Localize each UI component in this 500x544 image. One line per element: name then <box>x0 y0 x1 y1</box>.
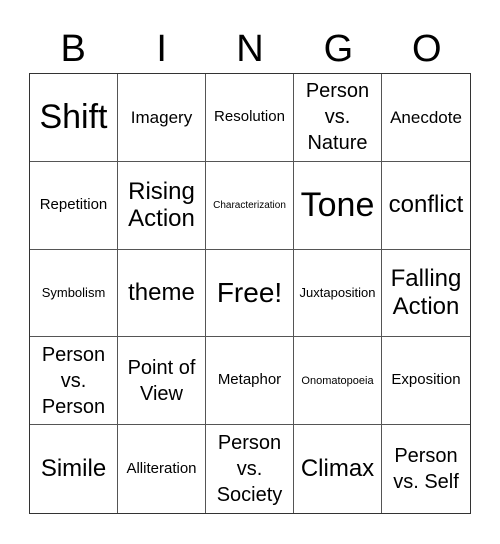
header-letter-b: B <box>60 28 86 70</box>
bingo-cell[interactable]: Rising Action <box>118 161 206 250</box>
bingo-cell[interactable]: Falling Action <box>382 250 470 338</box>
bingo-cell[interactable]: Characterization <box>206 161 294 250</box>
bingo-grid: Shift Imagery Resolution Person vs. Natu… <box>29 73 471 514</box>
bingo-cell[interactable]: Juxtaposition <box>294 249 382 338</box>
free-space[interactable]: Free! <box>206 249 294 338</box>
header-letter-i: I <box>156 28 167 70</box>
bingo-cell[interactable]: Anecdote <box>382 74 470 162</box>
bingo-header: B I N G O <box>29 26 471 72</box>
bingo-cell[interactable]: Point of View <box>118 337 206 426</box>
bingo-cell[interactable]: Tone <box>294 161 382 250</box>
bingo-cell[interactable]: Person vs. Nature <box>294 74 382 162</box>
bingo-cell[interactable]: Metaphor <box>206 337 294 426</box>
header-letter-g: G <box>323 28 354 70</box>
bingo-cell[interactable]: Person vs. Person <box>30 337 118 426</box>
bingo-cell[interactable]: theme <box>118 249 206 338</box>
header-letter-n: N <box>236 28 264 70</box>
bingo-cell[interactable]: Exposition <box>382 337 470 426</box>
bingo-cell[interactable]: Climax <box>294 425 382 513</box>
bingo-cell[interactable]: conflict <box>382 162 470 250</box>
bingo-cell[interactable]: Resolution <box>206 74 294 162</box>
bingo-cell[interactable]: Person vs. Society <box>206 425 294 513</box>
bingo-cell[interactable]: Alliteration <box>118 425 206 513</box>
bingo-cell[interactable]: Repetition <box>30 161 118 250</box>
bingo-cell[interactable]: Symbolism <box>30 249 118 338</box>
bingo-cell[interactable]: Onomatopoeia <box>294 337 382 426</box>
bingo-cell[interactable]: Simile <box>30 425 118 513</box>
header-letter-o: O <box>412 28 442 70</box>
bingo-cell[interactable]: Person vs. Self <box>382 425 470 513</box>
bingo-cell[interactable]: Imagery <box>118 74 206 162</box>
bingo-cell[interactable]: Shift <box>30 74 118 162</box>
